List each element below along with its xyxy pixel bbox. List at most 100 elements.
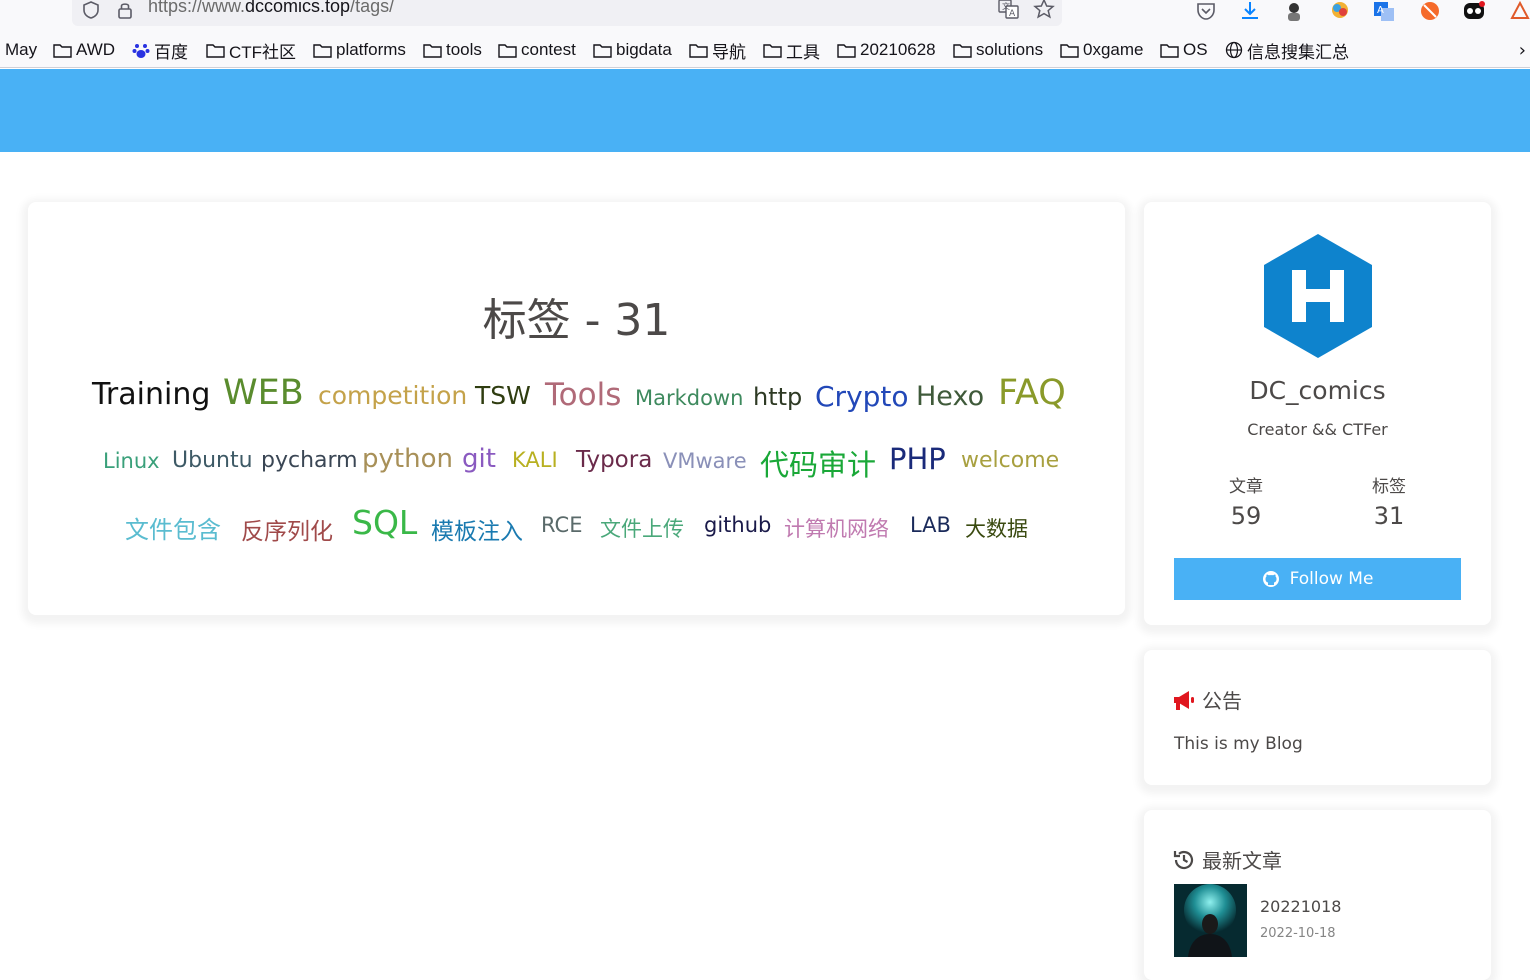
bookmark-os[interactable]: OS [1160,39,1208,61]
author-description: Creator && CTFer [1247,420,1388,439]
svg-text:A: A [1009,9,1016,19]
bookmark-daohang[interactable]: 导航 [689,39,746,62]
bookmark-info[interactable]: 信息搜集汇总 [1225,39,1349,62]
bookmark-baidu[interactable]: 百度 [132,39,188,62]
pocket-icon[interactable] [1194,0,1218,22]
announcement-card [1144,650,1491,785]
bookmarks-bar: May AWD 百度 CTF社区 platforms tools contest… [0,30,1530,68]
panda-extension-icon[interactable] [1462,0,1486,22]
bookmark-bigdata[interactable]: bigdata [593,39,672,61]
folder-icon [953,44,972,58]
tag-link[interactable]: Markdown [635,386,743,410]
recent-post-thumbnail[interactable] [1174,884,1247,957]
folder-icon [498,44,517,58]
page-header-banner [0,69,1530,152]
tag-link[interactable]: LAB [910,513,951,537]
bookmark-contest[interactable]: contest [498,39,576,61]
translate-icon[interactable]: 文 A [997,0,1021,20]
stat-tags-count[interactable]: 31 [1339,502,1439,530]
bullhorn-icon [1174,690,1194,710]
recent-posts-heading: 最新文章 [1172,845,1282,874]
folder-icon [53,44,72,58]
tag-link[interactable]: Tools [545,377,621,413]
address-bar[interactable]: https://www.dccomics.top/tags/ 文 A [72,0,1062,26]
tag-link[interactable]: PHP [889,442,946,476]
block-extension-icon[interactable] [1418,0,1442,22]
hexo-logo-avatar [1264,234,1372,358]
folder-icon [837,44,856,58]
folder-icon [206,44,225,58]
bookmark-star-icon[interactable] [1032,0,1056,21]
bookmark-platforms[interactable]: platforms [313,39,406,61]
tag-link[interactable]: KALI [512,448,558,472]
recent-post-title[interactable]: 20221018 [1260,897,1341,916]
url-text[interactable]: https://www.dccomics.top/tags/ [148,0,394,17]
tag-link[interactable]: Typora [576,447,652,473]
bookmark-20210628[interactable]: 20210628 [837,39,936,61]
stat-articles-count[interactable]: 59 [1196,502,1296,530]
bookmark-0xgame[interactable]: 0xgame [1060,39,1143,61]
folder-icon [423,44,442,58]
folder-icon [313,44,332,58]
announcement-heading: 公告 [1172,685,1242,714]
browser-toolbar: https://www.dccomics.top/tags/ 文 A A [0,0,1530,30]
folder-icon [763,44,782,58]
history-icon [1173,850,1194,869]
tag-link[interactable]: git [462,444,496,474]
tag-link[interactable]: python [362,444,453,474]
stat-articles-label[interactable]: 文章 [1196,472,1296,497]
globe-icon [1225,41,1243,59]
folder-icon [593,44,612,58]
extension-toolbar: A [1190,0,1530,24]
tag-link[interactable]: 文件包含 [125,510,221,545]
tag-link[interactable]: 文件上传 [600,513,684,543]
bookmark-may[interactable]: May [5,39,37,61]
bookmark-tools[interactable]: tools [423,39,482,61]
tag-link[interactable]: Training [92,377,210,412]
color-extension-icon[interactable] [1328,0,1352,22]
baidu-icon [132,44,150,58]
tag-link[interactable]: Linux [103,449,160,473]
bookmark-awd[interactable]: AWD [53,39,115,61]
tag-link[interactable]: Hexo [916,381,984,412]
tag-link[interactable]: RCE [541,513,582,537]
shield-icon[interactable] [82,0,100,20]
tag-link[interactable]: 大数据 [965,513,1028,543]
tag-link[interactable]: welcome [961,448,1059,473]
tag-link[interactable]: 计算机网络 [784,513,889,543]
user-extension-icon[interactable] [1282,0,1306,22]
tag-link[interactable]: Crypto [815,380,909,413]
tag-link[interactable]: http [753,383,802,411]
tag-link[interactable]: github [704,513,771,537]
tag-link[interactable]: 反序列化 [241,512,333,546]
github-icon [1262,571,1279,587]
tag-link[interactable]: 代码审计 [760,442,876,484]
bookmarks-overflow-chevron-icon[interactable]: › [1519,40,1526,61]
tag-link[interactable]: VMware [663,449,747,473]
folder-icon [689,44,708,58]
follow-me-button[interactable]: Follow Me [1174,558,1461,600]
tag-link[interactable]: SQL [352,503,417,542]
tag-link[interactable]: FAQ [998,373,1066,413]
folder-icon [1160,44,1179,58]
svg-text:A: A [1377,5,1384,16]
recent-post-date: 2022-10-18 [1260,926,1336,941]
tag-link[interactable]: pycharm [261,448,358,473]
tag-link[interactable]: Ubuntu [172,448,253,473]
bookmark-solutions[interactable]: solutions [953,39,1043,61]
page-title: 标签 - 31 [482,295,671,346]
folder-icon [1060,44,1079,58]
author-name: DC_comics [1249,376,1386,405]
bookmark-ctf[interactable]: CTF社区 [206,39,296,62]
announcement-text: This is my Blog [1174,734,1303,754]
stat-tags-label[interactable]: 标签 [1339,472,1439,497]
tag-link[interactable]: competition [318,381,467,410]
download-icon[interactable] [1238,0,1262,22]
translate-extension-icon[interactable]: A [1372,0,1396,22]
menu-extension-icon[interactable] [1508,0,1530,22]
tag-link[interactable]: WEB [223,373,304,413]
bookmark-gongju[interactable]: 工具 [763,39,820,62]
tag-link[interactable]: 模板注入 [431,512,523,546]
lock-icon[interactable] [116,0,134,20]
tag-link[interactable]: TSW [475,381,531,410]
